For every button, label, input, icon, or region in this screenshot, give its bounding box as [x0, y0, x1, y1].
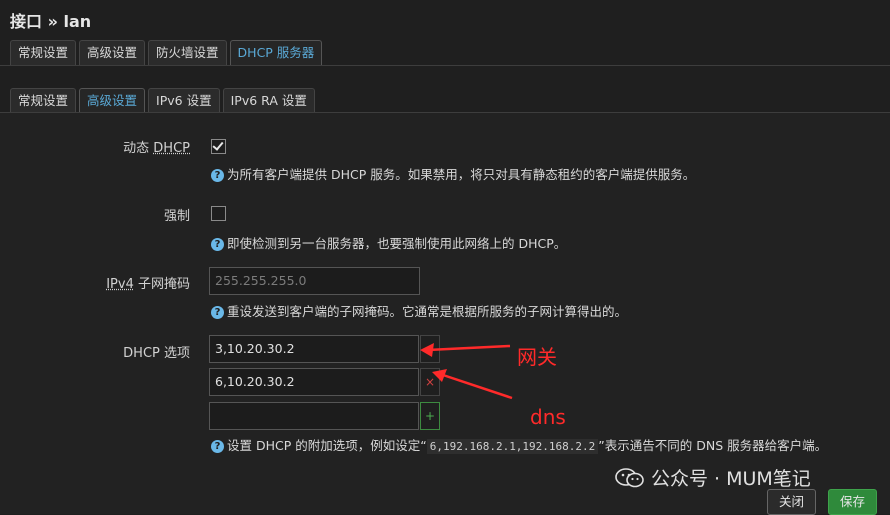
netmask-label: IPv4 子网掩码 — [106, 277, 190, 292]
tab-dhcp-server[interactable]: DHCP 服务器 — [229, 40, 323, 65]
subtab-ipv6-ra[interactable]: IPv6 RA 设置 — [222, 88, 315, 113]
force-checkbox[interactable] — [211, 206, 226, 221]
subtab-general[interactable]: 常规设置 — [10, 88, 77, 113]
dynamic-dhcp-label: 动态 DHCP — [123, 141, 190, 156]
help-code-example: 6,192.168.2.1,192.168.2.2 — [426, 439, 599, 454]
force-label: 强制 — [163, 209, 190, 224]
sub-tab-divider — [0, 112, 890, 113]
dhcp-options-help: ? 设置 DHCP 的附加选项，例如设定“ 6,192.168.2.1,192.16… — [211, 435, 827, 454]
help-icon: ? — [211, 306, 224, 319]
plus-icon: + — [424, 409, 436, 423]
dynamic-dhcp-help: ? 为所有客户端提供 DHCP 服务。如果禁用，将只对具有静态租约的客户端提供服务… — [211, 164, 695, 183]
close-button[interactable]: 关闭 — [767, 489, 817, 515]
dns-annotation: dns — [530, 405, 566, 429]
dynamic-dhcp-checkbox[interactable] — [211, 139, 226, 154]
force-help: ? 即使检测到另一台服务器，也要强制使用此网络上的 DHCP。 — [211, 233, 566, 252]
tab-advanced[interactable]: 高级设置 — [79, 40, 146, 65]
wechat-icon — [615, 468, 644, 488]
checkmark-icon — [212, 139, 224, 151]
add-option-button[interactable]: + — [420, 402, 440, 430]
dhcp-options-label: DHCP 选项 — [123, 346, 190, 361]
dhcp-option-input-new[interactable] — [209, 402, 419, 430]
remove-option-button-2[interactable]: × — [420, 368, 440, 396]
netmask-input[interactable]: 255.255.255.0 — [209, 267, 420, 295]
dhcp-option-input-2[interactable]: 6,10.20.30.2 — [209, 368, 419, 396]
sub-tab-bar: 常规设置 高级设置 IPv6 设置 IPv6 RA 设置 — [10, 88, 315, 114]
help-icon: ? — [211, 440, 224, 453]
tab-firewall[interactable]: 防火墙设置 — [148, 40, 227, 65]
page-title: 接口 » lan — [10, 12, 92, 31]
help-icon: ? — [211, 238, 224, 251]
help-icon: ? — [211, 169, 224, 182]
watermark: 公众号 · MUM笔记 — [615, 464, 811, 491]
subtab-advanced[interactable]: 高级设置 — [79, 88, 146, 113]
subtab-ipv6[interactable]: IPv6 设置 — [148, 88, 220, 113]
dhcp-option-input-1[interactable]: 3,10.20.30.2 — [209, 335, 419, 363]
top-tab-bar: 常规设置 高级设置 防火墙设置 DHCP 服务器 — [10, 40, 323, 66]
close-icon: × — [424, 375, 436, 389]
save-button[interactable]: 保存 — [828, 489, 878, 515]
remove-option-button-1[interactable] — [420, 335, 440, 363]
tab-general[interactable]: 常规设置 — [10, 40, 77, 65]
gateway-annotation: 网关 — [517, 345, 557, 369]
top-tab-divider — [0, 65, 890, 66]
netmask-help: ? 重设发送到客户端的子网掩码。它通常是根据所服务的子网计算得出的。 — [211, 301, 627, 320]
